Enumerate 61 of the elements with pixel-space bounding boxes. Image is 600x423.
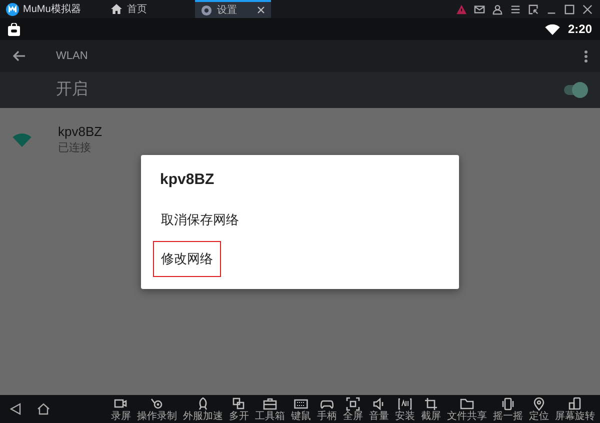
toolbar-button[interactable]: 音量 <box>368 396 390 422</box>
speaker-icon <box>372 396 386 410</box>
tab[interactable]: 设置 <box>194 0 271 18</box>
rocket-icon <box>196 396 210 410</box>
wifi-icon <box>12 133 32 148</box>
tab[interactable]: 首页 <box>104 0 153 18</box>
warning-icon[interactable] <box>456 4 467 14</box>
record-icon <box>150 396 164 410</box>
toolbar-button[interactable]: 安装 <box>394 396 416 422</box>
toolbar-button[interactable]: 多开 <box>228 396 250 422</box>
back-icon[interactable] <box>12 50 26 62</box>
bag-icon <box>8 22 20 36</box>
user-icon[interactable] <box>492 4 503 14</box>
wifi-icon <box>544 24 560 34</box>
crop-icon <box>424 396 438 410</box>
apk-icon <box>398 396 412 410</box>
toolbar-button[interactable]: 截屏 <box>420 396 442 422</box>
network-status: 已连接 <box>58 140 92 156</box>
toolbar-button[interactable]: 工具箱 <box>254 396 286 422</box>
mail-icon[interactable] <box>474 4 485 14</box>
toolbar-button[interactable]: 全屏 <box>342 396 364 422</box>
folder-icon <box>460 396 474 410</box>
dialog-title: kpv8BZ <box>159 170 216 190</box>
fullscreen-icon <box>346 396 360 410</box>
video-camera-icon <box>114 396 128 410</box>
close-icon[interactable] <box>256 6 265 14</box>
toggle-switch[interactable] <box>564 85 586 95</box>
toolbox-icon <box>263 396 277 410</box>
home-icon <box>110 4 122 14</box>
back-icon[interactable] <box>10 403 21 415</box>
network-name: kpv8BZ <box>58 124 102 140</box>
maximize-icon[interactable] <box>564 4 575 14</box>
close-icon[interactable] <box>582 4 593 14</box>
phone-shake-icon <box>501 396 515 410</box>
app-title: MuMu模拟器 <box>23 2 81 16</box>
menu-option[interactable]: 修改网络 <box>153 241 221 276</box>
switch-label: 开启 <box>56 80 88 100</box>
tab-label: 首页 <box>126 2 147 16</box>
keyboard-icon <box>294 396 308 410</box>
toolbar-button[interactable]: 操作录制 <box>136 396 178 422</box>
more-options-icon[interactable] <box>584 50 588 62</box>
app-bar-title: WLAN <box>56 48 88 64</box>
toolbar-button[interactable]: 文件共享 <box>446 396 488 422</box>
toolbar-button[interactable]: 录屏 <box>110 396 132 422</box>
tab-label: 设置 <box>216 4 237 18</box>
toolbar-button[interactable]: 手柄 <box>316 396 338 422</box>
home-icon[interactable] <box>37 403 50 415</box>
rotate-screen-icon <box>568 396 582 410</box>
menu-option[interactable]: 取消保存网络 <box>153 202 247 237</box>
menu-icon[interactable] <box>510 4 521 14</box>
toolbar-button[interactable]: 键鼠 <box>290 396 312 422</box>
gear-icon <box>200 4 212 16</box>
toolbar-button[interactable]: 定位 <box>528 396 550 422</box>
screen-capture-icon[interactable] <box>528 4 539 14</box>
logo-icon <box>6 2 19 16</box>
toolbar-button[interactable]: 外服加速 <box>182 396 224 422</box>
status-time: 2:20 <box>568 21 592 38</box>
toolbar-button[interactable]: 摇一摇 <box>492 396 524 422</box>
multi-window-icon <box>232 396 246 410</box>
location-pin-icon <box>532 396 546 410</box>
toolbar-button[interactable]: 屏幕旋转 <box>554 396 596 422</box>
